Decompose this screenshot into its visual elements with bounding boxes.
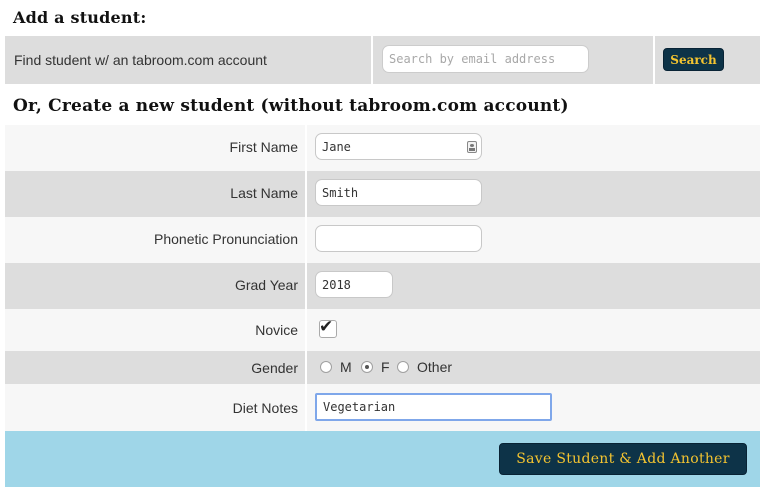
diet-notes-label: Diet Notes bbox=[232, 400, 298, 416]
last-name-label: Last Name bbox=[230, 185, 298, 201]
novice-row: Novice ✔ bbox=[5, 309, 760, 351]
diet-notes-row: Diet Notes bbox=[5, 384, 760, 431]
gender-row: Gender M F Other bbox=[5, 351, 760, 384]
first-name-label: First Name bbox=[229, 139, 298, 155]
last-name-field[interactable] bbox=[315, 179, 482, 206]
divider bbox=[653, 36, 655, 84]
divider bbox=[305, 263, 307, 309]
gender-radio-m[interactable] bbox=[320, 361, 332, 373]
create-student-heading: Or, Create a new student (without tabroo… bbox=[13, 96, 569, 116]
divider bbox=[305, 125, 307, 171]
grad-year-row: Grad Year bbox=[5, 263, 760, 309]
last-name-row: Last Name bbox=[5, 171, 760, 217]
diet-notes-field[interactable] bbox=[315, 393, 552, 421]
divider bbox=[305, 171, 307, 217]
gender-radio-other[interactable] bbox=[397, 361, 409, 373]
grad-year-field[interactable] bbox=[315, 271, 393, 298]
gender-option-m-label: M bbox=[340, 359, 352, 375]
novice-checkbox[interactable]: ✔ bbox=[319, 317, 337, 338]
email-search-input[interactable] bbox=[382, 45, 589, 73]
first-name-row: First Name bbox=[5, 125, 760, 171]
novice-label: Novice bbox=[255, 322, 298, 338]
search-label: Find student w/ an tabroom.com account bbox=[14, 52, 267, 68]
gender-option-f-label: F bbox=[381, 359, 390, 375]
gender-option-other-label: Other bbox=[417, 359, 453, 375]
divider bbox=[305, 217, 307, 263]
save-and-add-another-button[interactable]: Save Student & Add Another bbox=[499, 443, 747, 475]
gender-radio-f[interactable] bbox=[361, 361, 373, 373]
divider bbox=[371, 36, 373, 84]
divider bbox=[305, 309, 307, 351]
grad-year-label: Grad Year bbox=[234, 277, 298, 293]
add-student-heading: Add a student: bbox=[13, 8, 147, 27]
divider bbox=[305, 384, 307, 431]
phonetic-row: Phonetic Pronunciation bbox=[5, 217, 760, 263]
search-row: Find student w/ an tabroom.com account S… bbox=[5, 36, 760, 84]
first-name-field[interactable] bbox=[315, 133, 482, 160]
gender-label: Gender bbox=[251, 360, 298, 376]
phonetic-label: Phonetic Pronunciation bbox=[154, 231, 298, 247]
checkmark-icon: ✔ bbox=[319, 317, 334, 336]
phonetic-field[interactable] bbox=[315, 225, 482, 252]
contact-card-icon[interactable] bbox=[467, 141, 477, 153]
search-button[interactable]: Search bbox=[663, 48, 724, 71]
form-footer: Save Student & Add Another bbox=[5, 431, 760, 487]
divider bbox=[305, 351, 307, 384]
